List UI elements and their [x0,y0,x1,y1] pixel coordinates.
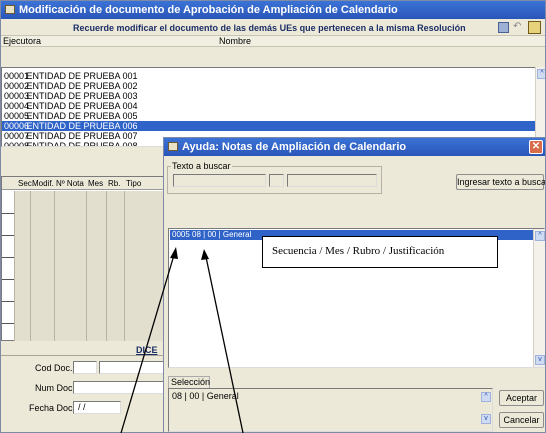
annotation-arrows [120,247,244,433]
annotation-arrowhead-left [170,247,178,259]
annotation-arrowhead-right [201,249,209,260]
annotation-arrow-left [120,254,175,433]
annotation-arrow-right [205,256,244,433]
